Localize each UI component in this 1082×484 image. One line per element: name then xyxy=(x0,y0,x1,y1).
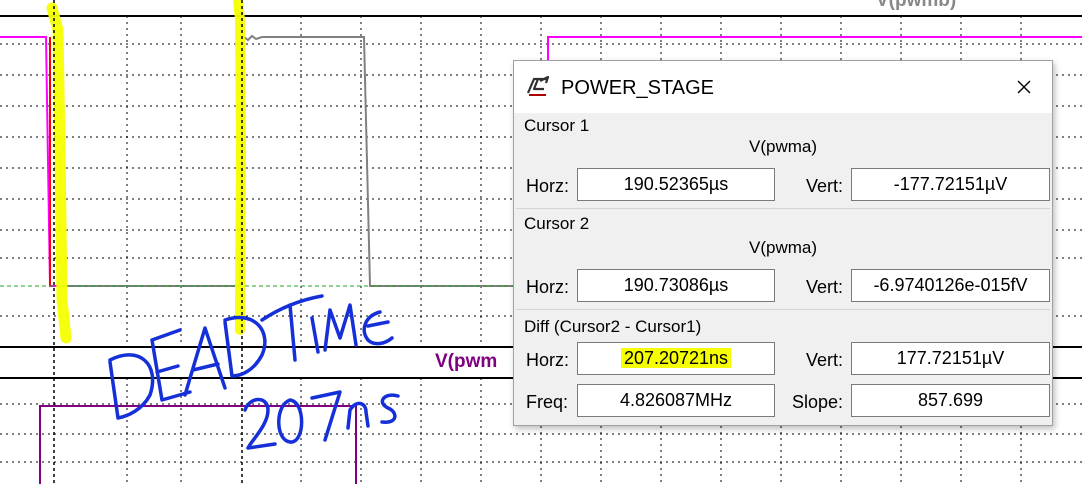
diff-horz-field[interactable]: 207.20721ns xyxy=(577,342,775,375)
cursor2-vert-label: Vert: xyxy=(806,277,844,297)
highlighter-mark-cursor2 xyxy=(233,0,247,335)
close-icon xyxy=(1017,80,1031,94)
diff-slope-field[interactable]: 857.699 xyxy=(851,384,1050,417)
trace-vpwma-gray xyxy=(60,34,513,287)
diff-slope-label: Slope: xyxy=(792,392,844,412)
handwritten-annotation xyxy=(108,294,400,450)
diff-vert-field[interactable]: 177.72151µV xyxy=(851,342,1050,375)
dialog-titlebar[interactable]: POWER_STAGE xyxy=(514,61,1052,113)
trace-bottom-purple xyxy=(39,405,357,484)
cursor1-horz-field[interactable]: 190.52365µs xyxy=(577,168,775,201)
diff-horz-label: Horz: xyxy=(526,350,570,370)
divider xyxy=(516,309,1050,310)
top-pane-label[interactable]: V(pwmb) xyxy=(876,0,956,12)
cursor1-vert-label: Vert: xyxy=(806,176,844,196)
cursor2-horz-field[interactable]: 190.73086µs xyxy=(577,269,775,302)
cursor1-group-title: Cursor 1 xyxy=(524,116,590,135)
diff-freq-field[interactable]: 4.826087MHz xyxy=(577,384,775,417)
divider xyxy=(516,208,1050,209)
cursor2-horz-label: Horz: xyxy=(526,277,570,297)
ltspice-logo-icon xyxy=(526,75,550,102)
close-button[interactable] xyxy=(996,61,1052,113)
diff-freq-label: Freq: xyxy=(526,392,569,412)
cursor2-vert-field[interactable]: -6.9740126e-015fV xyxy=(851,269,1050,302)
cursor1-vert-field[interactable]: -177.72151µV xyxy=(851,168,1050,201)
cursor2-group-title: Cursor 2 xyxy=(524,214,590,233)
cursor1-trace-name: V(pwma) xyxy=(748,137,817,156)
diff-vert-label: Vert: xyxy=(806,350,844,370)
diff-group-title: Diff (Cursor2 - Cursor1) xyxy=(524,317,702,336)
cursor-dialog[interactable]: POWER_STAGE Cursor 1 V(pwma) Horz: 190.5… xyxy=(513,60,1053,426)
bottom-pane-label[interactable]: V(pwm xyxy=(435,351,497,373)
dialog-title: POWER_STAGE xyxy=(561,77,714,99)
cursor1-horz-label: Horz: xyxy=(526,176,570,196)
cursor2-trace-name: V(pwma) xyxy=(748,238,817,257)
highlighted-dead-time-value: 207.20721ns xyxy=(620,348,732,368)
